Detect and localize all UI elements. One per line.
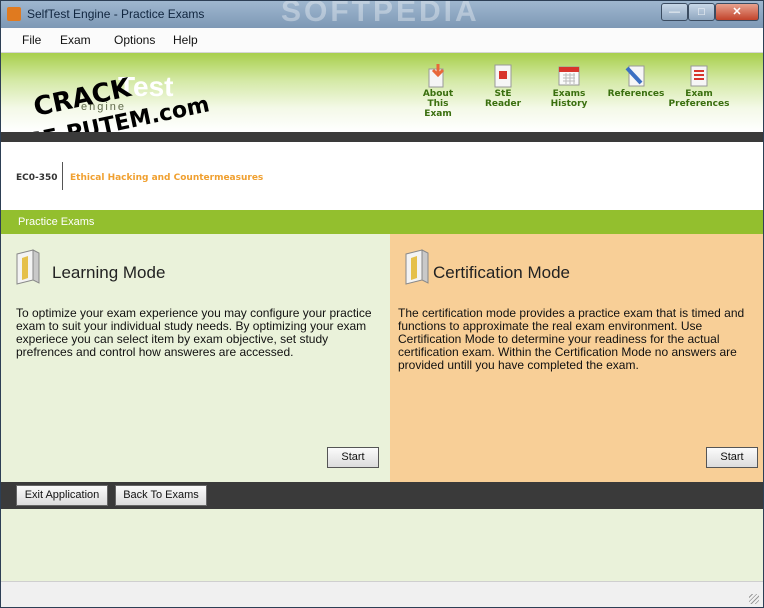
preferences-icon	[690, 65, 708, 87]
menu-file[interactable]: File	[22, 33, 41, 47]
resize-grip-icon[interactable]	[749, 594, 759, 604]
toolbar-label: StE Reader	[484, 89, 522, 109]
toolbar-references[interactable]: References	[607, 63, 665, 99]
toolbar-ste-reader[interactable]: StE Reader	[475, 63, 531, 109]
toolbar-exam-preferences[interactable]: Exam Preferences	[668, 63, 730, 109]
certification-start-button[interactable]: Start	[706, 447, 758, 468]
app-header: Test engine CRACK VSE-PUTEM.com About Th…	[1, 53, 763, 159]
app-icon	[7, 7, 21, 21]
certification-mode-description: The certification mode provides a practi…	[398, 306, 745, 372]
menu-exam[interactable]: Exam	[60, 33, 91, 47]
watermark: SOFTPEDIA	[281, 0, 480, 28]
exam-code: EC0-350	[16, 173, 58, 183]
learning-mode-title: Learning Mode	[52, 263, 166, 282]
toolbar-label: This Exam	[424, 99, 452, 119]
exam-name: Ethical Hacking and Countermeasures	[70, 173, 264, 183]
section-header: Practice Exams	[1, 210, 763, 234]
reader-icon	[494, 64, 512, 88]
certification-mode-panel: Certification Mode The certification mod…	[390, 234, 763, 482]
toolbar-label: Preferences	[668, 99, 730, 109]
maximize-button[interactable]: □	[688, 3, 715, 21]
bottom-toolbar: Exit Application Back To Exams	[1, 482, 763, 509]
app-window: SelfTest Engine - Practice Exams SOFTPED…	[0, 0, 764, 608]
learning-mode-panel: Learning Mode To optimize your exam expe…	[1, 234, 390, 482]
toolbar-label: About	[422, 89, 454, 99]
section-title: Practice Exams	[18, 216, 95, 228]
exam-info: EC0-350 Ethical Hacking and Countermeasu…	[1, 142, 763, 210]
references-icon	[625, 65, 645, 87]
book-icon	[16, 249, 40, 285]
status-bar	[1, 581, 763, 607]
toolbar-exams-history[interactable]: Exams History	[534, 63, 604, 109]
calendar-icon	[558, 66, 580, 86]
menu-options[interactable]: Options	[114, 33, 155, 47]
learning-start-button[interactable]: Start	[327, 447, 379, 468]
exam-separator	[62, 162, 63, 190]
title-bar[interactable]: SelfTest Engine - Practice Exams SOFTPED…	[1, 1, 763, 28]
toolbar-label: References	[607, 89, 665, 99]
content-area	[1, 509, 763, 581]
menu-bar: File Exam Options Help	[1, 28, 763, 53]
learning-mode-description: To optimize your exam experience you may…	[16, 306, 372, 359]
exit-application-button[interactable]: Exit Application	[16, 485, 108, 506]
toolbar-label: Exam	[685, 89, 713, 99]
toolbar-about-exam[interactable]: About This Exam	[413, 63, 463, 119]
toolbar-label: Exams History	[550, 89, 588, 109]
close-button[interactable]: ✕	[715, 3, 759, 21]
back-to-exams-button[interactable]: Back To Exams	[115, 485, 207, 506]
header-divider	[1, 132, 763, 142]
minimize-button[interactable]: —	[661, 3, 688, 21]
menu-help[interactable]: Help	[173, 33, 198, 47]
about-exam-icon	[428, 64, 445, 88]
certification-mode-title: Certification Mode	[433, 263, 571, 282]
book-icon	[405, 249, 429, 285]
window-title: SelfTest Engine - Practice Exams	[27, 7, 205, 21]
